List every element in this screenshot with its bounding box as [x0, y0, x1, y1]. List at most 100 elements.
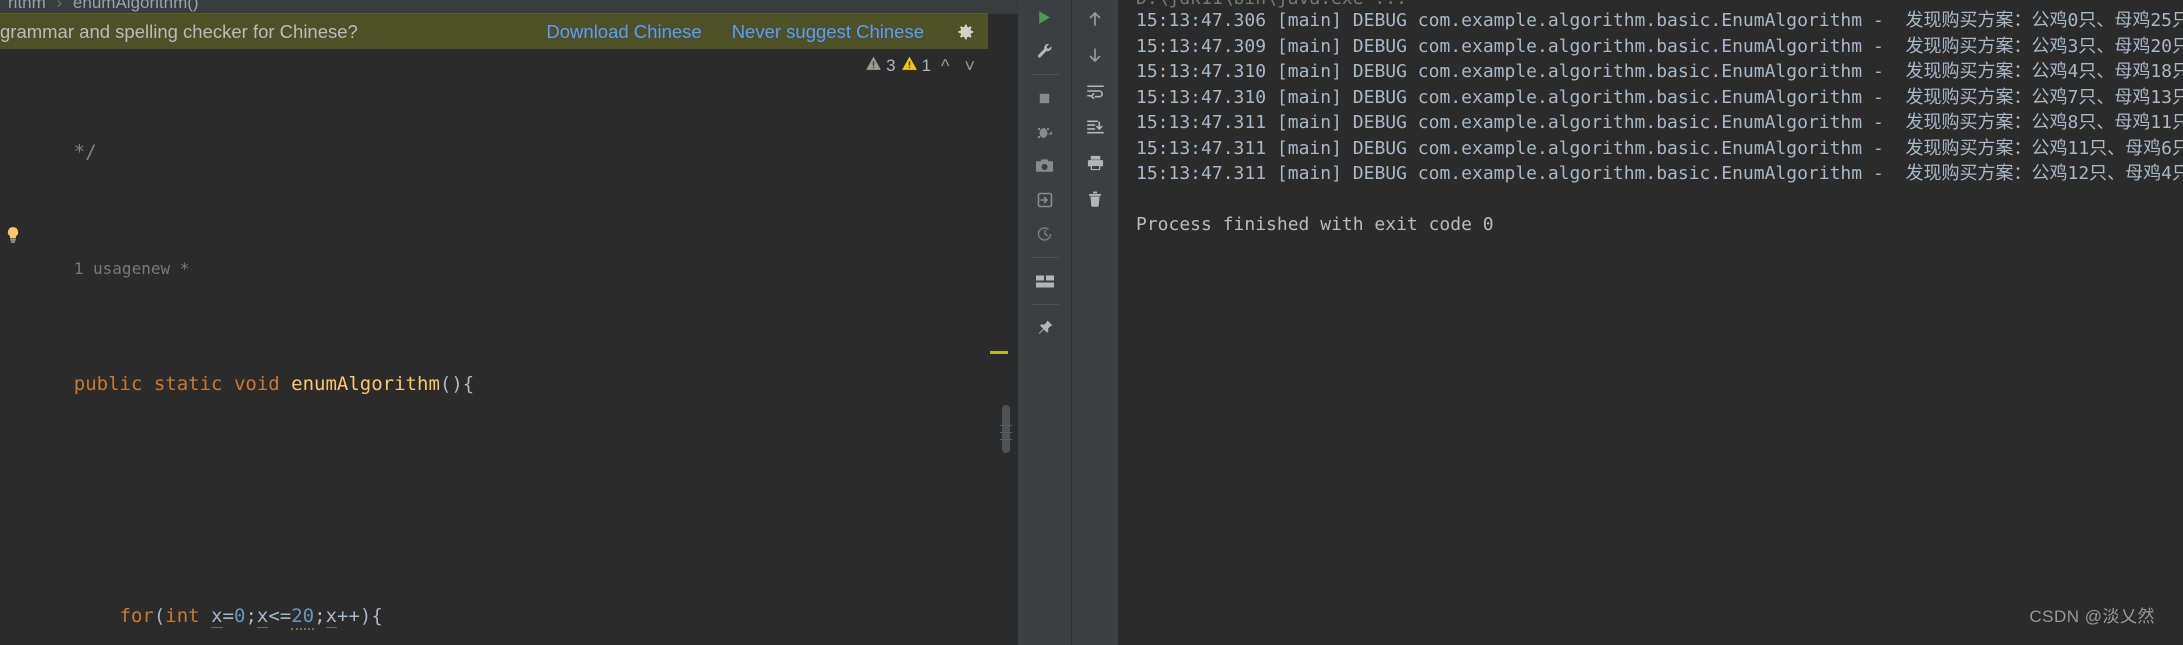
screenshot-button[interactable] — [1028, 151, 1062, 181]
code-line-comment-end[interactable]: */ — [0, 138, 1018, 167]
console-logger: com.example.algorithm.basic.EnumAlgorith… — [1417, 61, 1863, 82]
ide-window: rithm › enumAlgorithm() grammar and spel… — [0, 0, 2183, 645]
run-console[interactable]: D:\jdk11\bin\java.exe ... 15:13:47.306 [… — [1118, 0, 2183, 645]
console-exit-message: Process finished with exit code 0 — [1136, 214, 1494, 235]
kw-int-x: int — [165, 605, 200, 627]
notification-actions: Download Chinese Never suggest Chinese — [546, 21, 976, 43]
usage-hint[interactable]: 1 usage — [74, 259, 141, 278]
kw-for-x: for — [119, 605, 154, 627]
console-logger: com.example.algorithm.basic.EnumAlgorith… — [1417, 112, 1863, 133]
run-toolbar-right — [1072, 0, 1118, 645]
console-logger: com.example.algorithm.basic.EnumAlgorith… — [1417, 163, 1863, 184]
console-level: DEBUG — [1352, 61, 1407, 82]
console-message: 发现购买方案：公鸡7只、母鸡13只、小鸡80只 — [1905, 86, 2183, 108]
down-button[interactable] — [1078, 40, 1112, 70]
weak-warning-group[interactable]: 3 — [865, 55, 896, 77]
watermark: CSDN @淡乂然 — [2029, 607, 2155, 626]
print-button[interactable] — [1078, 148, 1112, 178]
warning-group[interactable]: 1 — [901, 55, 931, 77]
run-toolbar-left — [1018, 0, 1072, 645]
warning-icon — [901, 55, 918, 77]
kw-public: public — [73, 373, 143, 395]
pin-tab-button[interactable] — [1028, 313, 1062, 343]
console-logger: com.example.algorithm.basic.EnumAlgorith… — [1417, 137, 1863, 159]
console-log-line: 15:13:47.311 [main] DEBUG com.example.al… — [1136, 136, 2183, 162]
console-thread: [main] — [1276, 112, 1342, 133]
next-problem-icon[interactable]: ˅ — [959, 56, 980, 77]
console-level: DEBUG — [1352, 137, 1407, 159]
console-thread: [main] — [1276, 35, 1342, 57]
console-dash: - — [1872, 163, 1884, 184]
up-button[interactable] — [1078, 4, 1112, 34]
console-timestamp: 15:13:47.306 — [1136, 10, 1267, 31]
stop-button[interactable] — [1028, 83, 1062, 113]
history-button[interactable] — [1028, 219, 1062, 249]
previous-problem-icon[interactable]: ^ — [936, 56, 954, 77]
code-line-for-x[interactable]: for(int x=0;x<=20;x++){ — [0, 602, 1018, 631]
console-log-line: 15:13:47.306 [main] DEBUG com.example.al… — [1136, 8, 2183, 34]
clear-all-button[interactable] — [1078, 184, 1112, 214]
never-suggest-chinese-link[interactable]: Never suggest Chinese — [732, 21, 924, 43]
toolbar-separator-2 — [1030, 257, 1059, 258]
x-limit-token: 20 — [291, 605, 315, 630]
console-dash: - — [1872, 86, 1884, 108]
code-line-hints: 1 usagenew * — [0, 254, 1018, 283]
console-level: DEBUG — [1352, 86, 1407, 108]
console-timestamp: 15:13:47.310 — [1136, 61, 1267, 82]
breadcrumb-separator-icon: › — [56, 0, 63, 12]
breadcrumb-method[interactable]: enumAlgorithm() — [73, 0, 199, 12]
weak-warning-count: 3 — [886, 56, 896, 75]
console-level: DEBUG — [1352, 35, 1407, 57]
console-log-line: 15:13:47.309 [main] DEBUG com.example.al… — [1136, 34, 2183, 60]
console-thread: [main] — [1276, 61, 1342, 82]
toolbar-separator-3 — [1030, 304, 1059, 305]
console-message: 发现购买方案：公鸡11只、母鸡6只、小鸡83只 — [1905, 137, 2183, 159]
console-logger: com.example.algorithm.basic.EnumAlgorith… — [1417, 10, 1863, 31]
soft-wrap-button[interactable] — [1078, 76, 1112, 106]
console-message: 发现购买方案：公鸡8只、母鸡11只、小鸡81只 — [1905, 112, 2183, 133]
code-line-blank-1[interactable] — [0, 486, 1018, 515]
console-logger: com.example.algorithm.basic.EnumAlgorith… — [1417, 35, 1863, 57]
gear-icon[interactable] — [954, 21, 976, 43]
console-thread: [main] — [1276, 163, 1342, 184]
console-timestamp: 15:13:47.311 — [1136, 112, 1267, 133]
console-dash: - — [1872, 35, 1884, 57]
inspection-widget: 3 1 ^ ˅ — [865, 55, 980, 77]
method-name-token: enumAlgorithm — [291, 373, 440, 395]
console-logger: com.example.algorithm.basic.EnumAlgorith… — [1417, 86, 1863, 108]
console-log-line: 15:13:47.310 [main] DEBUG com.example.al… — [1136, 85, 2183, 111]
breadcrumb[interactable]: rithm › enumAlgorithm() — [0, 0, 1018, 14]
console-log-line: 15:13:47.310 [main] DEBUG com.example.al… — [1136, 59, 2183, 85]
rerun-button[interactable] — [1028, 2, 1062, 32]
console-timestamp: 15:13:47.309 — [1136, 35, 1267, 57]
debug-button[interactable] — [1028, 117, 1062, 147]
console-log-line: 15:13:47.311 [main] DEBUG com.example.al… — [1136, 110, 2183, 136]
console-thread: [main] — [1276, 137, 1342, 159]
console-message: 发现购买方案：公鸡12只、母鸡4只、小鸡84只 — [1905, 163, 2183, 184]
console-level: DEBUG — [1352, 10, 1407, 31]
lightbulb-icon[interactable] — [4, 226, 22, 244]
console-thread: [main] — [1276, 10, 1342, 31]
breadcrumb-class[interactable]: rithm — [8, 0, 46, 12]
console-log-line: 15:13:47.311 [main] DEBUG com.example.al… — [1136, 161, 2183, 187]
warning-count: 1 — [921, 56, 932, 75]
notification-message: grammar and spelling checker for Chinese… — [0, 20, 358, 42]
scroll-to-end-button[interactable] — [1078, 112, 1112, 142]
code-line-signature[interactable]: public static void enumAlgorithm(){ — [0, 370, 1018, 399]
console-dash: - — [1872, 112, 1884, 133]
console-timestamp: 15:13:47.311 — [1136, 137, 1267, 159]
new-hint: new * — [141, 259, 190, 278]
console-message: 发现购买方案：公鸡0只、母鸡25只、小鸡75只 — [1905, 10, 2183, 31]
export-button[interactable] — [1028, 185, 1062, 215]
layout-button[interactable] — [1028, 266, 1062, 296]
settings-button[interactable] — [1028, 36, 1062, 66]
editor-pane: rithm › enumAlgorithm() grammar and spel… — [0, 0, 1018, 645]
code-editor[interactable]: */ 1 usagenew * public static void enumA… — [0, 49, 1018, 645]
console-dash: - — [1872, 10, 1884, 31]
console-timestamp: 15:13:47.311 — [1136, 163, 1267, 184]
console-level: DEBUG — [1352, 163, 1407, 184]
console-message: 发现购买方案：公鸡3只、母鸡20只、小鸡77只 — [1905, 35, 2183, 57]
download-chinese-link[interactable]: Download Chinese — [546, 21, 701, 43]
console-message: 发现购买方案：公鸡4只、母鸡18只、小鸡78只 — [1905, 61, 2183, 82]
